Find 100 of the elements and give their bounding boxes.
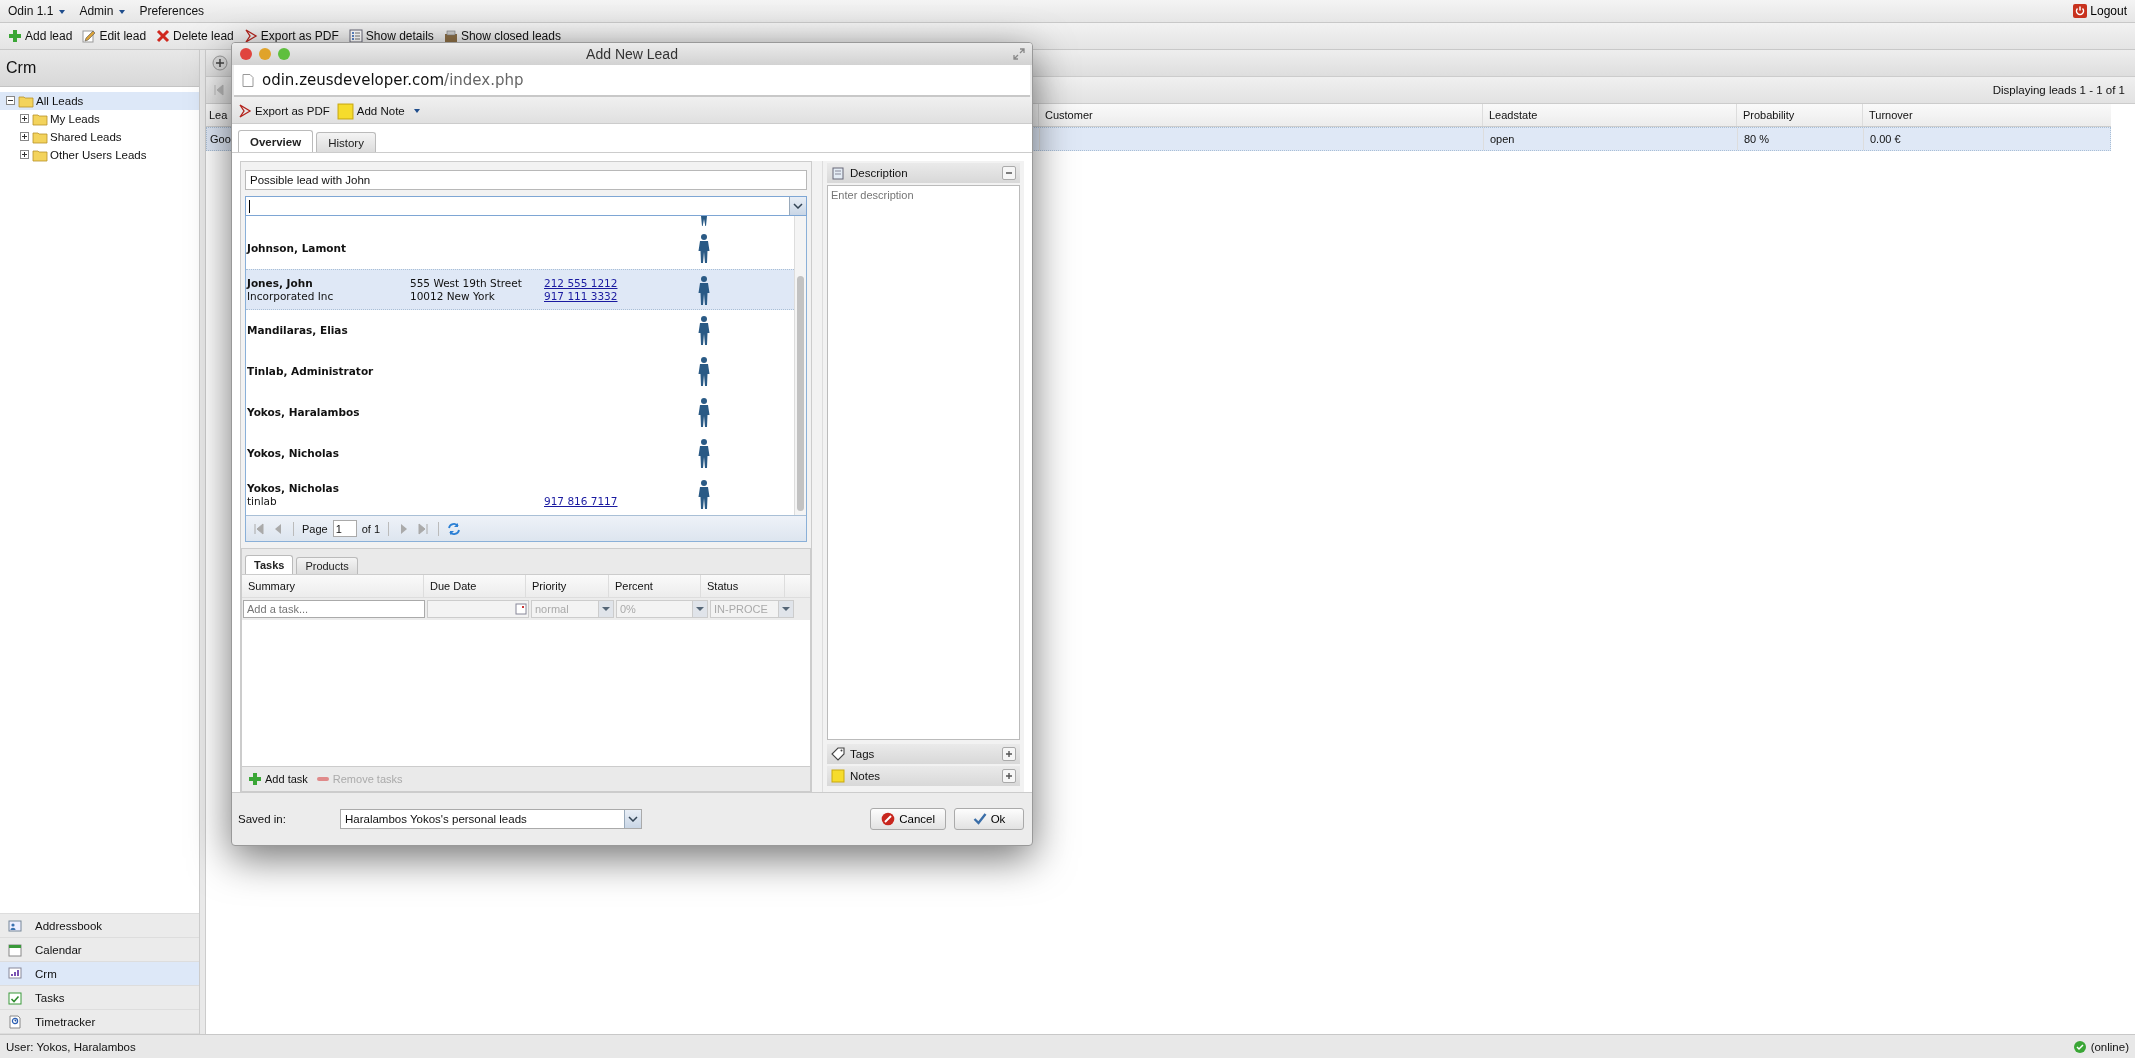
refresh-icon[interactable] [447,521,462,536]
plus-icon [248,772,262,786]
nav-item[interactable]: Calendar [0,938,199,962]
online-status-icon [2072,1039,2087,1054]
phone-link[interactable]: 917 111 3332 [544,289,618,302]
tab[interactable]: Overview [238,130,314,152]
calendar-icon [8,942,22,957]
column-header[interactable]: Customer [1039,104,1483,126]
nav-item[interactable]: Tasks [0,986,199,1010]
person-icon [698,438,710,468]
page-number-field[interactable]: 1 [332,520,357,537]
panel-header[interactable]: Notes [827,766,1020,786]
tab[interactable]: History [316,132,376,152]
contact-row[interactable]: Mandilaras, Elias [246,310,794,351]
pdf-icon [243,29,258,43]
toggle-icon[interactable] [20,150,30,160]
add-tab-icon[interactable] [212,55,228,71]
menu-item[interactable]: Odin 1.1 [8,4,66,18]
first-page-icon[interactable] [212,83,226,97]
toggle-icon[interactable] [20,132,30,142]
tree-item[interactable]: All Leads [0,92,199,110]
cancel-icon [881,812,896,826]
toggle-icon[interactable] [20,114,30,124]
tree-item[interactable]: Other Users Leads [0,146,199,164]
toolbar-button[interactable]: Delete lead [154,27,236,45]
plus-icon[interactable] [1004,749,1014,759]
column-header[interactable]: Summary [242,575,424,597]
lead-title-field[interactable]: Possible lead with John [245,170,807,190]
nav-item[interactable]: Addressbook [0,914,199,938]
toolbar-button[interactable]: Add Note [334,100,422,122]
phone-link[interactable]: 212 555 1212 [544,276,618,289]
contact-text: Johnson, Lamont [247,242,347,254]
contact-row[interactable]: Yokos, Haralambos [246,392,794,433]
box-icon [443,29,458,43]
scrollbar-thumb[interactable] [797,276,804,511]
collapse-button[interactable] [1002,166,1016,180]
dialog-button[interactable]: Cancel [870,808,946,830]
plus-icon[interactable] [1004,771,1014,781]
tab[interactable]: Tasks [245,555,294,574]
pencil-icon [82,29,97,43]
toolbar-button[interactable]: Export as PDF [241,27,341,45]
window-title: Add New Lead [586,46,678,62]
page-icon [242,72,254,88]
column-header[interactable]: Leadstate [1483,104,1737,126]
menu-item[interactable]: Admin [79,4,126,18]
toolbar-button[interactable]: Show details [346,27,436,45]
splitter-bar[interactable] [200,50,206,1034]
contact-combo-field[interactable] [245,196,807,216]
toolbar-button[interactable]: Edit lead [80,27,149,45]
phone-link[interactable]: 917 816 7117 [544,494,618,507]
bar-chart-icon [8,966,22,981]
contact-row[interactable]: Jones, John 555 West 19th Street 212 555 1212 Incorporated Inc 10012 New York 917 111 3332 [246,269,794,310]
dialog-button[interactable]: Ok [954,808,1024,830]
contact-row[interactable]: Johnson, Lamont [246,228,794,269]
toggle-icon[interactable] [6,96,16,106]
first-page-icon[interactable] [252,521,266,536]
contact-card-icon [8,918,22,933]
toolbar-button[interactable]: Export as PDF [236,102,332,120]
column-header[interactable]: Due Date [424,575,526,597]
last-page-icon[interactable] [416,521,431,536]
saved-in-dropdown[interactable]: Haralambos Yokos's personal leads [339,809,642,829]
task-summary-field[interactable]: Add a task... [243,600,425,618]
minimize-button[interactable] [259,48,271,60]
status-user: User: Yokos, Haralambos [6,1040,136,1053]
nav-item[interactable]: Timetracker [0,1010,199,1034]
menu-item[interactable]: Preferences [139,4,205,18]
contact-text: Yokos, Nicholas [247,481,339,494]
address-bar[interactable]: odin.zeusdeveloper.com/index.php [234,65,1030,97]
contact-row[interactable]: Yokos, Nicholas tinlab 917 816 7117 [246,474,794,515]
tree-item[interactable]: Shared Leads [0,128,199,146]
expand-icon[interactable] [1012,47,1026,61]
due-date-field[interactable] [427,600,529,618]
task-action-button[interactable]: Add task [246,770,310,788]
contact-text: Mandilaras, Elias [247,324,348,336]
chevron-down-icon[interactable] [627,816,638,822]
column-header[interactable]: Turnover [1863,104,2111,126]
contact-text: Tinlab, Administrator [247,365,374,377]
paging-text: Displaying leads 1 - 1 of 1 [1992,84,2125,96]
description-field[interactable]: Enter description [827,185,1020,740]
contact-row[interactable]: Yokos, Nicholas [246,433,794,474]
contact-row[interactable]: Tinlab, Administrator [246,351,794,392]
table-cell-text: 0.00 € [1869,132,1902,147]
logout-button[interactable]: Logout [2073,4,2127,18]
tab[interactable]: Products [296,557,358,574]
column-header[interactable]: Percent [609,575,701,597]
toolbar-button[interactable]: Show closed leads [441,27,563,45]
chevron-down-icon[interactable] [793,203,803,209]
power-icon [2073,4,2088,18]
column-header[interactable]: Priority [526,575,609,597]
column-header[interactable]: Status [701,575,785,597]
close-button[interactable] [240,48,252,60]
contact-text: Jones, John [247,276,313,289]
table-cell: 80 % [1738,128,1864,150]
toolbar-button[interactable]: Add lead [6,27,75,45]
zoom-button[interactable] [278,48,290,60]
nav-item[interactable]: Crm [0,962,199,986]
tree-item[interactable]: My Leads [0,110,199,128]
contact-text: tinlab [247,494,277,507]
panel-header[interactable]: Tags [827,744,1020,764]
column-header[interactable]: Probability [1737,104,1863,126]
